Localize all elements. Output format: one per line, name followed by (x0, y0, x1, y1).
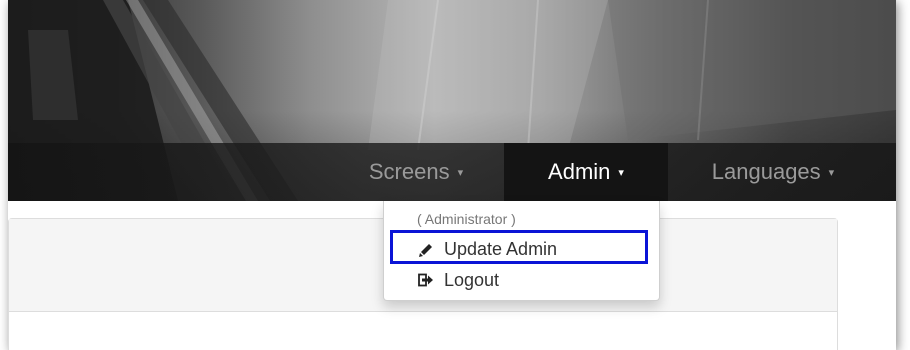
caret-down-icon: ▾ (828, 166, 835, 179)
nav-admin-dropdown[interactable]: Admin ▾ (504, 143, 668, 201)
update-admin-label: Update Admin (444, 238, 558, 259)
update-admin-menu-item[interactable]: Update Admin (384, 234, 659, 264)
browser-viewport: Screens ▾ Admin ▾ Languages ▾ ( Administ… (8, 0, 896, 350)
nav-languages-label: Languages (711, 159, 821, 184)
main-navbar: Screens ▾ Admin ▾ Languages ▾ (8, 143, 896, 201)
logout-label: Logout (444, 269, 500, 290)
hero-banner: Screens ▾ Admin ▾ Languages ▾ (8, 0, 896, 201)
caret-down-icon: ▾ (457, 166, 464, 179)
logout-menu-item[interactable]: Logout (384, 265, 659, 295)
admin-dropdown-menu: ( Administrator ) Update Admin Logout (383, 201, 660, 301)
sign-out-icon (418, 272, 438, 288)
pencil-icon (418, 241, 438, 257)
nav-screens-label: Screens (368, 159, 450, 184)
nav-admin-label: Admin (548, 159, 611, 184)
caret-down-icon: ▾ (618, 166, 624, 179)
dropdown-header-role: ( Administrator ) (417, 211, 516, 227)
nav-screens-dropdown[interactable]: Screens ▾ (328, 143, 504, 201)
nav-languages-dropdown[interactable]: Languages ▾ (668, 143, 878, 201)
